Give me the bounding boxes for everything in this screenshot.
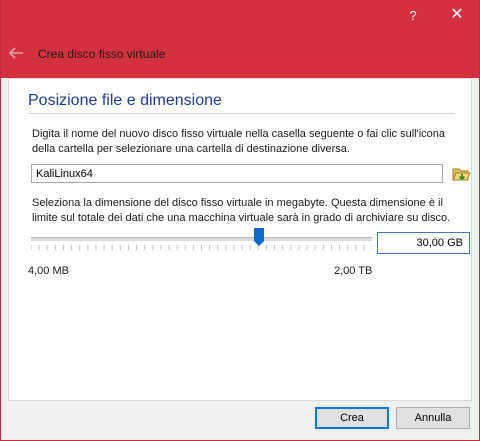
close-button[interactable]: ✕ <box>445 4 469 26</box>
location-description: Digita il nome del nuovo disco fisso vir… <box>32 128 445 155</box>
wizard-title: Crea disco fisso virtuale <box>38 47 166 61</box>
size-description: Seleziona la dimensione del disco fisso … <box>32 197 451 224</box>
cancel-button[interactable]: Annulla <box>396 407 470 429</box>
folder-browse-icon[interactable] <box>451 164 471 184</box>
title-separator <box>28 113 455 114</box>
file-name-input[interactable] <box>31 164 443 183</box>
back-arrow-icon[interactable] <box>7 44 25 62</box>
dialog-window: ? ✕ Crea disco fisso virtuale Posizione … <box>0 0 480 441</box>
title-bar: ? ✕ Crea disco fisso virtuale <box>1 0 479 78</box>
create-button[interactable]: Crea <box>315 407 389 429</box>
wizard-page: Posizione file e dimensione Digita il no… <box>8 78 472 401</box>
size-slider-thumb[interactable] <box>254 228 265 246</box>
help-button[interactable]: ? <box>403 6 423 26</box>
slider-min-label: 4,00 MB <box>28 265 69 277</box>
page-title: Posizione file e dimensione <box>28 92 222 109</box>
size-value-input[interactable] <box>377 232 470 254</box>
slider-max-label: 2,00 TB <box>334 265 373 277</box>
size-slider-track[interactable] <box>31 237 372 241</box>
size-slider-ticks <box>31 245 372 250</box>
